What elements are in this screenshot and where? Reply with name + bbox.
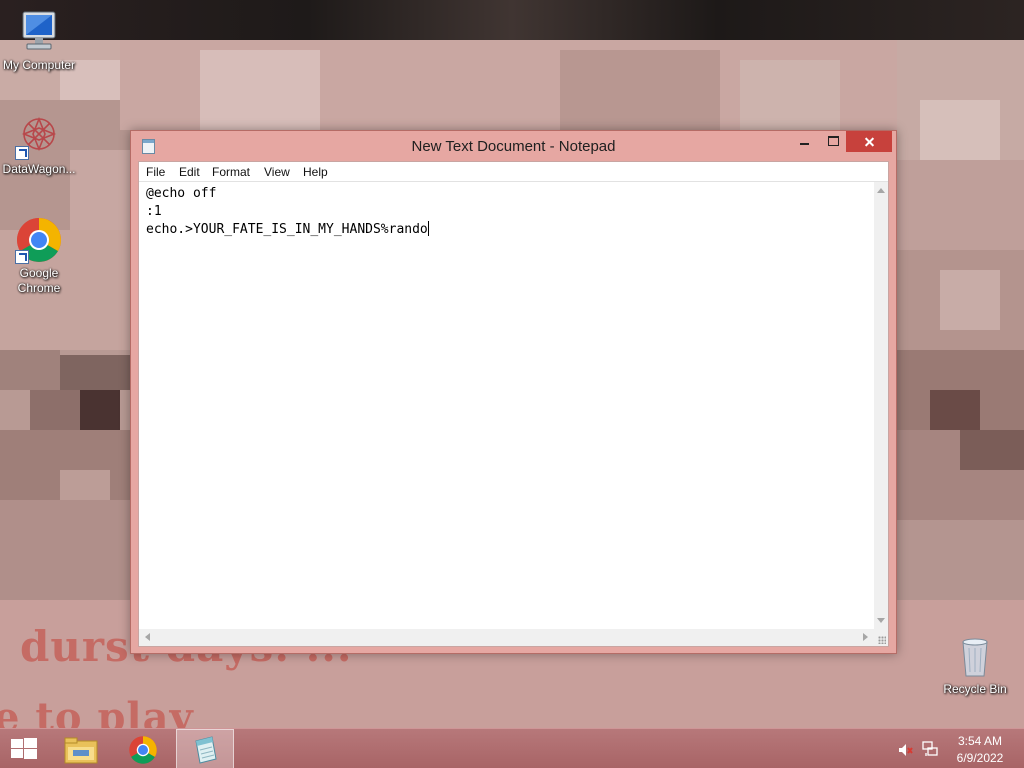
- desktop-icon-google-chrome[interactable]: Google Chrome: [0, 216, 78, 296]
- taskbar-google-chrome[interactable]: [120, 729, 166, 768]
- start-button[interactable]: [0, 729, 48, 768]
- desktop-icon-datawagon[interactable]: DataWagon...: [0, 112, 78, 177]
- taskbar-file-explorer[interactable]: [58, 729, 104, 768]
- menu-help[interactable]: Help: [303, 165, 328, 179]
- menu-view[interactable]: View: [264, 165, 290, 179]
- horizontal-scrollbar[interactable]: [139, 629, 874, 646]
- chrome-icon: [15, 216, 63, 264]
- menu-edit[interactable]: Edit: [179, 165, 200, 179]
- maximize-button[interactable]: [819, 131, 846, 152]
- system-tray: 3:54 AM 6/9/2022: [890, 729, 1024, 768]
- window-title: New Text Document - Notepad: [411, 138, 616, 155]
- scroll-up-arrow-icon[interactable]: [877, 188, 885, 193]
- resize-grip[interactable]: [874, 629, 888, 646]
- desktop-icon-label: My Computer: [2, 58, 76, 72]
- notepad-window[interactable]: New Text Document - Notepad File Edit Fo…: [130, 130, 897, 654]
- desktop-icon-recycle-bin[interactable]: Recycle Bin: [936, 632, 1014, 697]
- editor-line: :1: [146, 204, 162, 219]
- recycle-bin-icon: [951, 632, 999, 680]
- shortcut-arrow-icon: [15, 146, 29, 160]
- computer-icon: [15, 8, 63, 56]
- editor-line-text: echo.>YOUR_FATE_IS_IN_MY_HANDS%rando: [146, 222, 428, 237]
- desktop-icon-label: Recycle Bin: [943, 682, 1007, 696]
- editor-line: @echo off: [146, 186, 217, 201]
- desktop-icon-label: DataWagon...: [2, 162, 76, 176]
- minimize-button[interactable]: [791, 131, 818, 152]
- clock-date[interactable]: 6/9/2022: [950, 751, 1010, 765]
- desktop-icon-label: Google Chrome: [17, 266, 61, 295]
- menu-bar: File Edit Format View Help: [139, 162, 888, 182]
- text-caret: [427, 221, 429, 236]
- speaker-muted-icon[interactable]: [898, 742, 914, 761]
- taskbar-notepad-active[interactable]: [176, 729, 234, 768]
- chrome-icon: [128, 735, 158, 768]
- start-icon: [11, 738, 37, 760]
- shortcut-arrow-icon: [15, 250, 29, 264]
- clock-time[interactable]: 3:54 AM: [950, 734, 1010, 748]
- wallpaper-text-line2: e to play: [0, 694, 194, 728]
- scroll-left-arrow-icon[interactable]: [145, 633, 150, 641]
- desktop-icon-my-computer[interactable]: My Computer: [0, 8, 78, 73]
- notepad-icon: [190, 735, 220, 768]
- scroll-right-arrow-icon[interactable]: [863, 633, 868, 641]
- notepad-client-area: File Edit Format View Help @echo off :1 …: [138, 161, 889, 647]
- scroll-down-arrow-icon[interactable]: [877, 618, 885, 623]
- text-editor[interactable]: @echo off :1 echo.>YOUR_FATE_IS_IN_MY_HA…: [139, 182, 874, 629]
- file-explorer-icon: [64, 735, 98, 768]
- taskbar: 3:54 AM 6/9/2022: [0, 728, 1024, 768]
- editor-line-active: echo.>YOUR_FATE_IS_IN_MY_HANDS%rando: [146, 221, 874, 239]
- title-bar[interactable]: New Text Document - Notepad: [131, 131, 896, 161]
- close-button[interactable]: [846, 131, 892, 152]
- menu-file[interactable]: File: [146, 165, 165, 179]
- datawagon-icon: [15, 112, 63, 160]
- menu-format[interactable]: Format: [212, 165, 250, 179]
- network-icon[interactable]: [922, 741, 938, 761]
- vertical-scrollbar[interactable]: [874, 182, 888, 629]
